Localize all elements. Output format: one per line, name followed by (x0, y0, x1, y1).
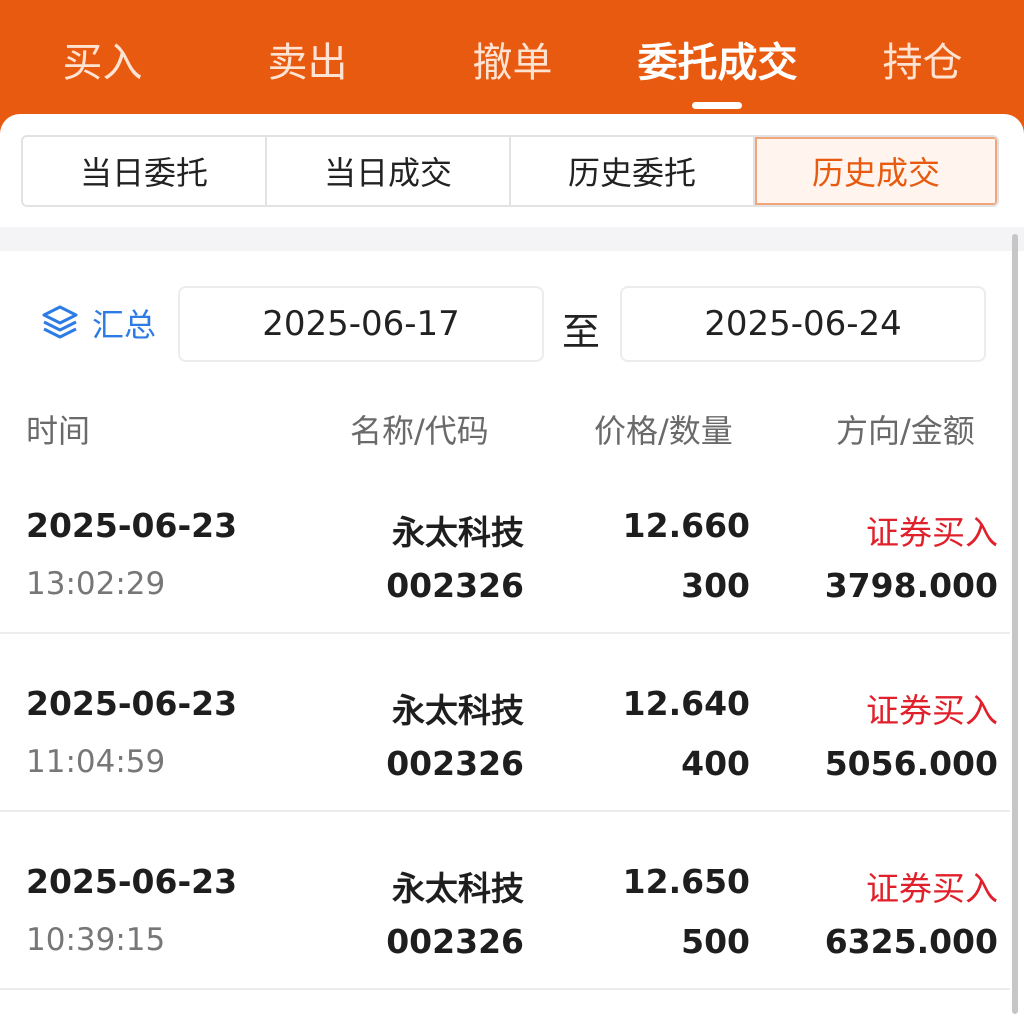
stock-name: 永太科技 (392, 691, 524, 730)
column-header-direction-amount: 方向/金额 (836, 412, 975, 450)
stock-code: 002326 (386, 744, 524, 783)
trade-row[interactable]: 2025-06-23 13:02:29 永太科技 002326 12.660 3… (0, 456, 1010, 634)
sub-tab-segmented-control: 当日委托 当日成交 历史委托 历史成交 (21, 135, 999, 207)
trade-amount: 5056.000 (824, 744, 998, 783)
stock-name: 永太科技 (392, 869, 524, 908)
tab-positions[interactable]: 持仓 (850, 30, 995, 90)
tab-sell[interactable]: 卖出 (235, 30, 380, 90)
active-tab-indicator (692, 102, 742, 109)
content-sheet: 当日委托 当日成交 历史委托 历史成交 汇总 2025-06-17 至 2025… (0, 114, 1024, 1024)
sub-tab-history-orders[interactable]: 历史委托 (511, 137, 755, 205)
trade-time: 10:39:15 (26, 922, 166, 958)
sub-tab-today-orders[interactable]: 当日委托 (23, 137, 267, 205)
trade-quantity: 300 (681, 566, 750, 605)
trade-direction: 证券买入 (866, 691, 998, 730)
trade-direction: 证券买入 (866, 513, 998, 552)
trade-time: 13:02:29 (26, 566, 166, 602)
sub-tab-history-trades[interactable]: 历史成交 (755, 137, 997, 205)
end-date-picker[interactable]: 2025-06-24 (620, 286, 986, 362)
layers-icon (42, 305, 78, 339)
summary-label: 汇总 (92, 306, 157, 344)
stock-code: 002326 (386, 566, 524, 605)
column-header-time: 时间 (26, 412, 91, 450)
summary-button[interactable]: 汇总 (40, 301, 156, 345)
start-date-picker[interactable]: 2025-06-17 (178, 286, 544, 362)
trade-price: 12.640 (622, 684, 750, 723)
column-header-price-quantity: 价格/数量 (594, 412, 733, 450)
date-range-to-label: 至 (562, 310, 601, 354)
stock-name: 永太科技 (392, 513, 524, 552)
stock-code: 002326 (386, 922, 524, 961)
top-tab-bar: 买入 卖出 撤单 委托成交 持仓 (0, 0, 1024, 118)
trade-quantity: 400 (681, 744, 750, 783)
tab-buy[interactable]: 买入 (30, 30, 175, 90)
trade-date: 2025-06-23 (26, 862, 238, 901)
section-divider (0, 227, 1024, 251)
trade-price: 12.660 (622, 506, 750, 545)
scrollbar[interactable] (1012, 234, 1018, 1014)
trade-row[interactable]: 2025-06-23 10:39:15 永太科技 002326 12.650 5… (0, 812, 1010, 990)
trade-date: 2025-06-23 (26, 506, 238, 545)
trade-direction: 证券买入 (866, 869, 998, 908)
sub-tab-today-trades[interactable]: 当日成交 (267, 137, 511, 205)
column-header-name-code: 名称/代码 (350, 412, 489, 450)
trade-row[interactable]: 2025-06-23 11:04:59 永太科技 002326 12.640 4… (0, 634, 1010, 812)
trade-quantity: 500 (681, 922, 750, 961)
trade-time: 11:04:59 (26, 744, 166, 780)
trade-amount: 3798.000 (824, 566, 998, 605)
trade-date: 2025-06-23 (26, 684, 238, 723)
tab-orders-trades[interactable]: 委托成交 (620, 30, 815, 90)
trade-amount: 6325.000 (824, 922, 998, 961)
date-filter: 汇总 2025-06-17 至 2025-06-24 (0, 251, 1024, 391)
tab-cancel-order[interactable]: 撤单 (440, 30, 585, 90)
trade-price: 12.650 (622, 862, 750, 901)
